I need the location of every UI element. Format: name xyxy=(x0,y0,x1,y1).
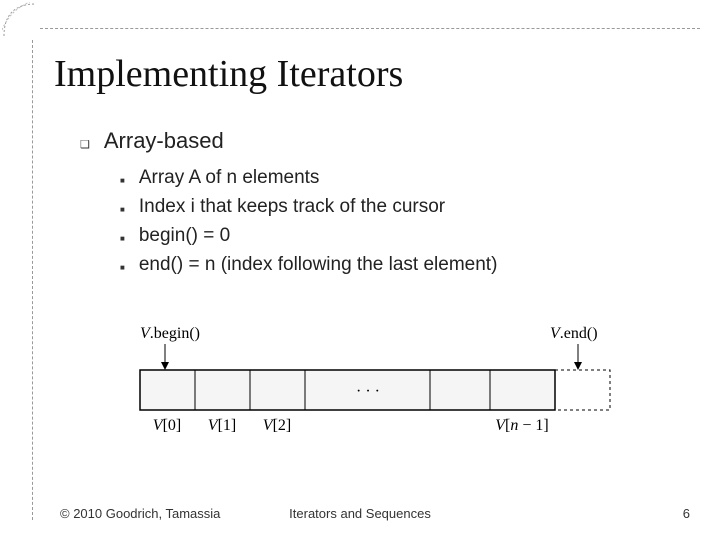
diagram-cell-label: V[n − 1] xyxy=(495,417,548,434)
footer: © 2010 Goodrich, Tamassia Iterators and … xyxy=(0,506,720,526)
square-bullet-icon: ■ xyxy=(120,199,125,221)
square-bullet-icon: ❑ xyxy=(80,133,90,157)
square-bullet-icon: ■ xyxy=(120,228,125,250)
content: ❑ Array-based ■ Array A of n elements ■ … xyxy=(80,128,660,283)
diagram-end-label: V.end() xyxy=(550,325,598,342)
stitch-left xyxy=(32,40,33,520)
square-bullet-icon: ■ xyxy=(120,257,125,279)
diagram-ellipsis: · · · xyxy=(356,383,380,400)
bullet-l2-item: ■ begin() = 0 xyxy=(120,225,660,250)
bullet-array-based: ❑ Array-based xyxy=(80,128,660,157)
diagram-cell-label: V[1] xyxy=(208,417,236,434)
footer-title: Iterators and Sequences xyxy=(0,506,720,521)
bullet-l2-text: Array A of n elements xyxy=(139,167,320,189)
bullet-l2-item: ■ Array A of n elements xyxy=(120,167,660,192)
square-bullet-icon: ■ xyxy=(120,170,125,192)
bullet-l2-text: end() = n (index following the last elem… xyxy=(139,254,498,276)
bullet-l2-text: Index i that keeps track of the cursor xyxy=(139,196,445,218)
slide-title: Implementing Iterators xyxy=(54,52,403,96)
stitch-top xyxy=(40,28,700,29)
slide: Implementing Iterators ❑ Array-based ■ A… xyxy=(0,0,720,540)
bullet-l2-item: ■ Index i that keeps track of the cursor xyxy=(120,196,660,221)
bullet-l2-text: begin() = 0 xyxy=(139,225,230,247)
array-diagram: V.begin() V.end() · · · V[0] V[1] V[2] V… xyxy=(120,320,620,450)
diagram-cell-label: V[0] xyxy=(153,417,181,434)
bullet-l1-text: Array-based xyxy=(104,128,224,154)
sub-list: ■ Array A of n elements ■ Index i that k… xyxy=(120,167,660,279)
bullet-l2-item: ■ end() = n (index following the last el… xyxy=(120,254,660,279)
footer-page-number: 6 xyxy=(683,506,690,521)
diagram-cell-label: V[2] xyxy=(263,417,291,434)
diagram-begin-label: V.begin() xyxy=(140,325,200,342)
corner-stitch xyxy=(2,2,38,38)
